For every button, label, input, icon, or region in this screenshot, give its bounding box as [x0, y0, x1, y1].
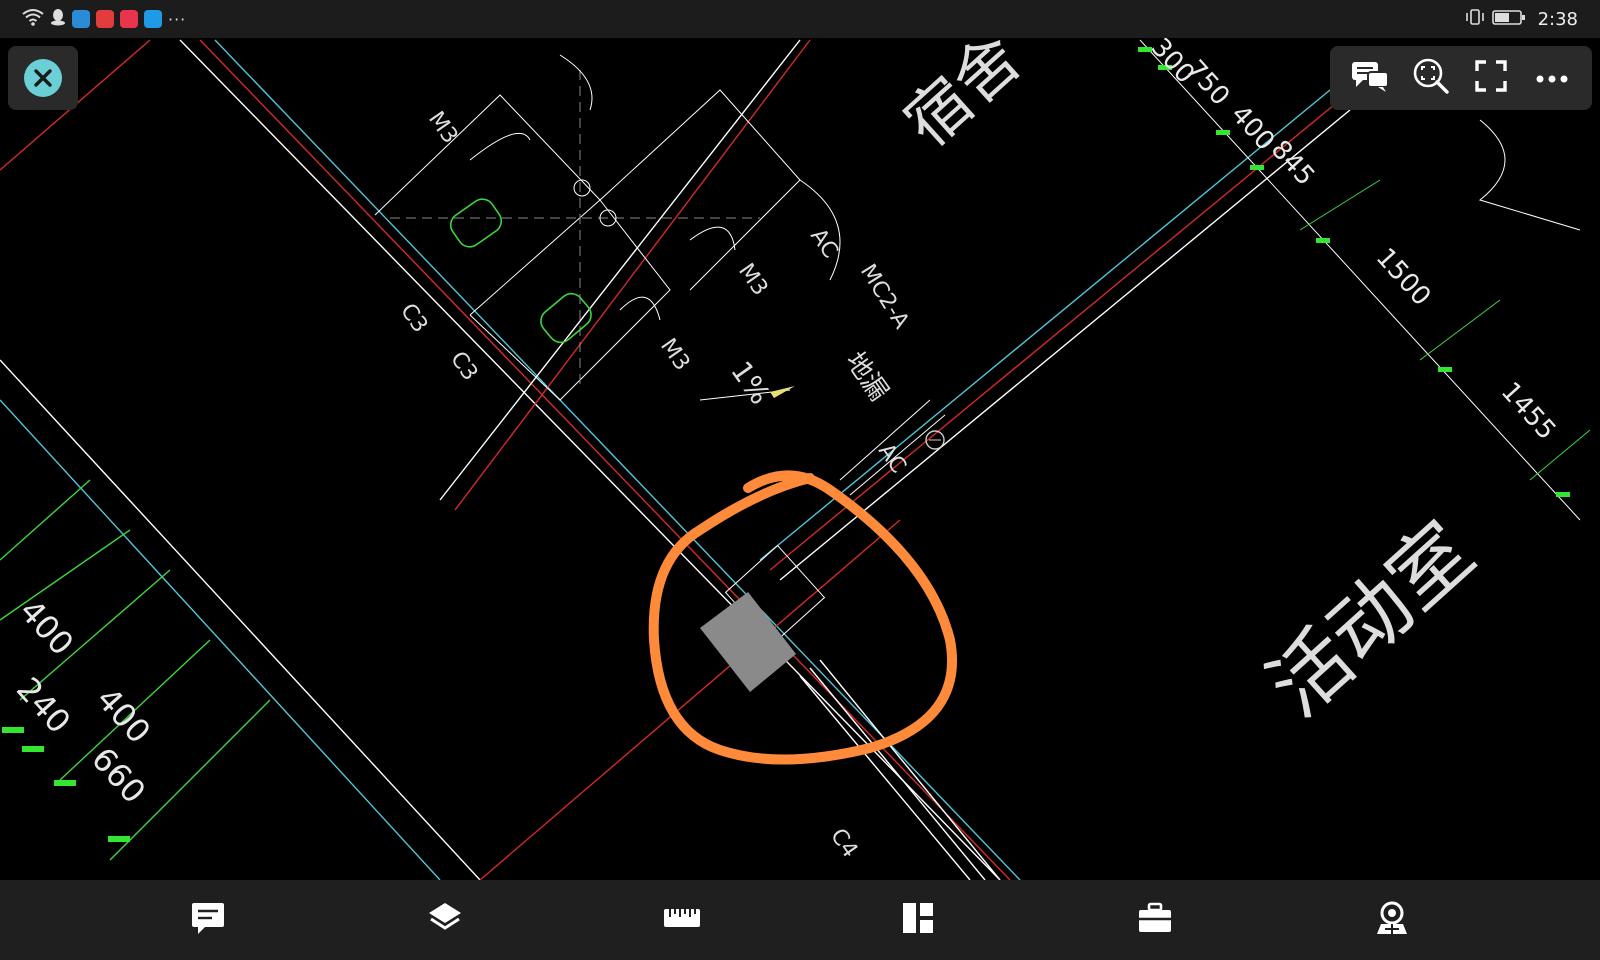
close-icon	[24, 59, 62, 97]
wall-line	[179, 39, 1001, 880]
annotate-button[interactable]	[180, 892, 236, 948]
door-swing	[1478, 119, 1581, 231]
label-c3: C3	[395, 299, 432, 337]
3d-view-icon	[1373, 900, 1411, 940]
room-outline	[469, 199, 671, 401]
qq-icon	[50, 8, 66, 30]
fullscreen-button[interactable]	[1469, 56, 1513, 100]
dimension-label: 845	[1265, 135, 1321, 192]
fullscreen-icon	[1474, 59, 1508, 97]
room-outline	[374, 94, 601, 316]
label-floor-drain: 地漏	[839, 347, 893, 407]
close-button[interactable]	[8, 46, 78, 110]
status-bar: ··· 2:38	[0, 0, 1600, 38]
label-m3: M3	[655, 334, 694, 375]
dim-tick	[1438, 367, 1452, 372]
wall-line	[759, 89, 1331, 561]
dim-tick	[2, 727, 24, 733]
zoom-fit-button[interactable]	[1409, 56, 1453, 100]
wifi-icon	[22, 8, 44, 30]
more-icon	[1535, 69, 1569, 88]
layout-icon	[902, 902, 934, 938]
dim-tick	[54, 780, 76, 786]
room-label-activity: 活动室	[1250, 504, 1491, 734]
status-right: 2:38	[1464, 8, 1578, 30]
comments-button[interactable]	[1348, 56, 1392, 100]
mail-app-icon	[96, 10, 114, 28]
cad-drawing-canvas[interactable]: M3 M3 M3 C3 C3 C4 AC AC MC2-A 1% 地漏 宿舍 活…	[0, 38, 1600, 880]
battery-icon	[1491, 8, 1526, 30]
label-m3: M3	[733, 259, 772, 300]
door-swing	[619, 296, 661, 321]
dim-tick	[22, 746, 44, 752]
label-c4: C4	[825, 824, 862, 862]
room-label-dorm: 宿舍	[891, 38, 1036, 162]
door-swing	[689, 226, 736, 251]
dimension-line	[1139, 39, 1581, 521]
top-toolbar	[1330, 46, 1592, 110]
layers-button[interactable]	[417, 892, 473, 948]
cad-drawing: M3 M3 M3 C3 C3 C4 AC AC MC2-A 1% 地漏 宿舍 活…	[0, 38, 1591, 880]
dimension-label: 1455	[1495, 377, 1562, 446]
reader-app-icon	[120, 10, 138, 28]
layers-icon	[427, 901, 463, 939]
measure-button[interactable]	[654, 892, 710, 948]
wall-line	[779, 109, 1351, 581]
door-swing	[559, 54, 593, 111]
annotate-icon	[190, 901, 226, 939]
bottom-toolbar	[0, 880, 1600, 960]
wall-line	[769, 99, 1341, 571]
dimension-line	[1419, 299, 1501, 361]
status-left: ···	[22, 8, 186, 30]
dim-tick	[108, 836, 130, 842]
toolbox-icon	[1137, 902, 1173, 938]
label-m3: M3	[423, 107, 462, 148]
status-more-indicator: ···	[168, 9, 187, 29]
wall-line	[0, 479, 91, 561]
label-c3: C3	[445, 347, 482, 385]
dimension-label: 400	[12, 592, 81, 663]
label-slope: 1%	[724, 355, 777, 410]
dimension-label: 660	[84, 740, 153, 811]
dimension-label: 400	[89, 680, 158, 751]
layout-button[interactable]	[890, 892, 946, 948]
toolbox-button[interactable]	[1127, 892, 1183, 948]
ruler-icon	[663, 907, 701, 933]
toilet-fixture	[449, 198, 503, 248]
label-ac: AC	[805, 224, 843, 263]
comments-icon	[1350, 59, 1390, 97]
wall-line	[799, 675, 971, 880]
dim-tick	[1556, 492, 1570, 497]
room-outline	[599, 89, 801, 291]
status-time: 2:38	[1537, 8, 1578, 30]
column-block	[700, 592, 796, 692]
dim-tick	[1316, 238, 1330, 243]
zoom-fit-icon	[1411, 56, 1451, 100]
dim-tick	[1250, 165, 1264, 170]
door-swing	[469, 132, 531, 161]
pipe-circle	[573, 179, 591, 197]
browser-app-icon	[72, 10, 90, 28]
dim-tick	[1216, 130, 1230, 135]
more-options-button[interactable]	[1530, 56, 1574, 100]
dimension-line	[1299, 179, 1381, 231]
wall-line	[0, 359, 481, 880]
viewer-3d-button[interactable]	[1364, 892, 1420, 948]
idea-app-icon	[144, 10, 162, 28]
vibrate-icon	[1464, 8, 1486, 30]
label-mc2a: MC2-A	[855, 260, 914, 333]
